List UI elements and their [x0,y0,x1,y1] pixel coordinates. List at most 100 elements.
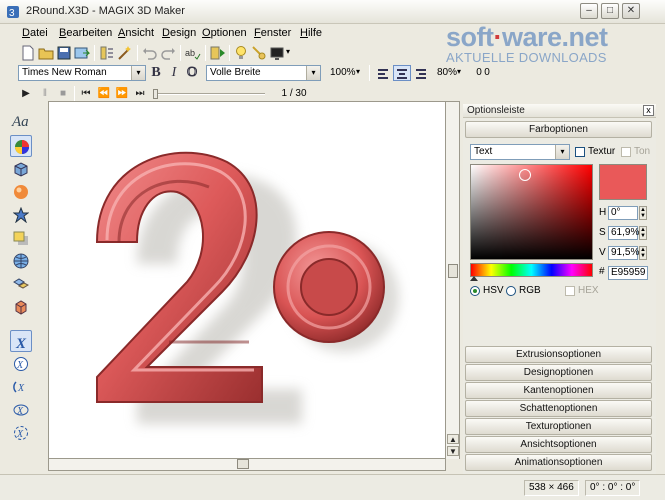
page-down-button[interactable]: ▼ [447,446,459,456]
align-left-button[interactable] [374,65,392,81]
hue-spinner[interactable]: ▲ ▼ [639,206,647,220]
hue-slider[interactable] [470,263,593,277]
saturation-field[interactable]: 61,9% [608,226,639,240]
light-settings-icon[interactable] [251,45,267,61]
picker-crosshair[interactable] [519,169,531,181]
width-mode-value: Volle Breite [210,67,261,78]
italic-button[interactable]: I [166,65,182,81]
depth-value[interactable]: 0 [478,65,496,81]
screen-menu-chevron-icon[interactable]: ▾ [286,47,290,56]
vertical-scroll-thumb[interactable] [448,264,458,278]
orbit-animation-tool[interactable]: X [10,422,32,444]
text-tool[interactable]: Aa [10,112,32,134]
menu-ansicht[interactable]: Ansicht [118,27,154,39]
menu-hilfe[interactable]: Hilfe [300,27,322,39]
tone-checkbox[interactable] [621,147,631,157]
saturation-value-picker[interactable] [470,164,593,260]
screen-icon[interactable] [269,45,285,61]
align-right-button[interactable] [412,65,430,81]
pause-button[interactable]: ‖ [38,87,52,101]
timeline-slider-thumb[interactable] [153,89,158,99]
close-window-button[interactable]: ✕ [622,3,640,19]
page-up-button[interactable]: ▲ [447,434,459,444]
menu-design[interactable]: Design [162,27,196,39]
spacing-chevron-icon[interactable]: ▾ [457,67,461,76]
x-animation-tool[interactable]: X [10,330,32,352]
outline-button[interactable]: O [184,65,200,81]
texture-checkbox[interactable] [575,147,585,157]
rewind-button[interactable]: ⏪ [97,87,111,101]
section-texture-options[interactable]: Texturoptionen [465,418,652,435]
export-icon[interactable] [74,45,90,61]
section-animation-options[interactable]: Animationsoptionen [465,454,652,471]
hex-checkbox[interactable] [565,286,575,296]
spellcheck-icon[interactable]: ab [185,45,201,61]
saturation-spinner[interactable]: ▲ ▼ [639,226,647,240]
section-color-options[interactable]: Farboptionen [465,121,652,138]
close-icon[interactable]: x [643,105,654,116]
scale-value[interactable]: 100% [330,65,356,81]
animation-tool[interactable] [10,296,32,318]
scale-chevron-icon[interactable]: ▾ [356,67,360,76]
minimize-button[interactable]: – [580,3,598,19]
align-center-button[interactable] [393,65,411,81]
undo-icon[interactable] [142,45,158,61]
hsv-radio[interactable] [470,286,480,296]
wizard-icon[interactable] [117,45,133,61]
menu-optionen[interactable]: Optionen [202,27,247,39]
texture-tool[interactable] [10,250,32,272]
value-field[interactable]: 91,5% [608,246,639,260]
forward-button[interactable]: ⏩ [115,87,129,101]
value-spinner[interactable]: ▲ ▼ [639,246,647,260]
extrusion-tool[interactable] [10,158,32,180]
scene-canvas[interactable] [48,101,446,459]
save-icon[interactable] [56,45,72,61]
play-button[interactable]: ▶ [19,87,33,101]
section-shadow-options[interactable]: Schattenoptionen [465,400,652,417]
letter-x-icon: X [15,336,27,350]
hex-field[interactable]: E95959 [608,266,648,280]
hex-row: # E95959 [599,266,648,280]
horizontal-scrollbar[interactable] [48,459,446,471]
hue-marker[interactable] [470,276,478,281]
light-bulb-icon[interactable] [233,45,249,61]
menu-fenster[interactable]: Fenster [254,27,291,39]
hsv-radio-label: HSV [483,285,504,296]
bevel-tool[interactable] [10,204,32,226]
maximize-button[interactable]: □ [601,3,619,19]
section-edge-options[interactable]: Kantenoptionen [465,382,652,399]
width-mode-select[interactable]: Volle Breite ▾ [206,65,321,81]
redo-icon[interactable] [160,45,176,61]
open-folder-icon[interactable] [38,45,54,61]
hue-field[interactable]: 0° [608,206,638,220]
section-view-options[interactable]: Ansichtsoptionen [465,436,652,453]
spin-animation-tool[interactable]: X [10,353,32,375]
color-target-select[interactable]: Text ▾ [470,144,570,160]
color-tool[interactable] [10,135,32,157]
view-tool[interactable] [10,273,32,295]
section-design-options[interactable]: Designoptionen [465,364,652,381]
menu-bearbeiten[interactable]: Bearbeiten [59,27,112,39]
horizontal-scroll-thumb[interactable] [237,459,249,469]
design-tool[interactable] [10,181,32,203]
timeline-slider-track[interactable] [155,93,265,95]
spacing-value[interactable]: 80% [437,65,457,81]
3d-text-render [95,151,399,424]
rgb-radio[interactable] [506,286,516,296]
menu-datei[interactable]: Datei [22,27,48,39]
hex-checkbox-label: HEX [578,285,599,296]
last-frame-button[interactable]: ⏭ [133,87,147,101]
preview-icon[interactable] [210,45,226,61]
wobble-animation-tool[interactable]: X [10,399,32,421]
new-file-icon[interactable] [20,45,36,61]
shadow-tool[interactable] [10,227,32,249]
object-list-icon[interactable] [99,45,115,61]
stop-button[interactable]: ■ [56,87,70,101]
options-panel-title: Optionsleiste [467,105,525,116]
font-select[interactable]: Times New Roman ▾ [18,65,146,81]
swing-animation-tool[interactable]: X [10,376,32,398]
vertical-scrollbar[interactable]: ▲ ▼ [446,101,460,459]
bold-button[interactable]: B [148,65,164,81]
section-extrusion-options[interactable]: Extrusionsoptionen [465,346,652,363]
first-frame-button[interactable]: ⏮ [79,87,93,101]
